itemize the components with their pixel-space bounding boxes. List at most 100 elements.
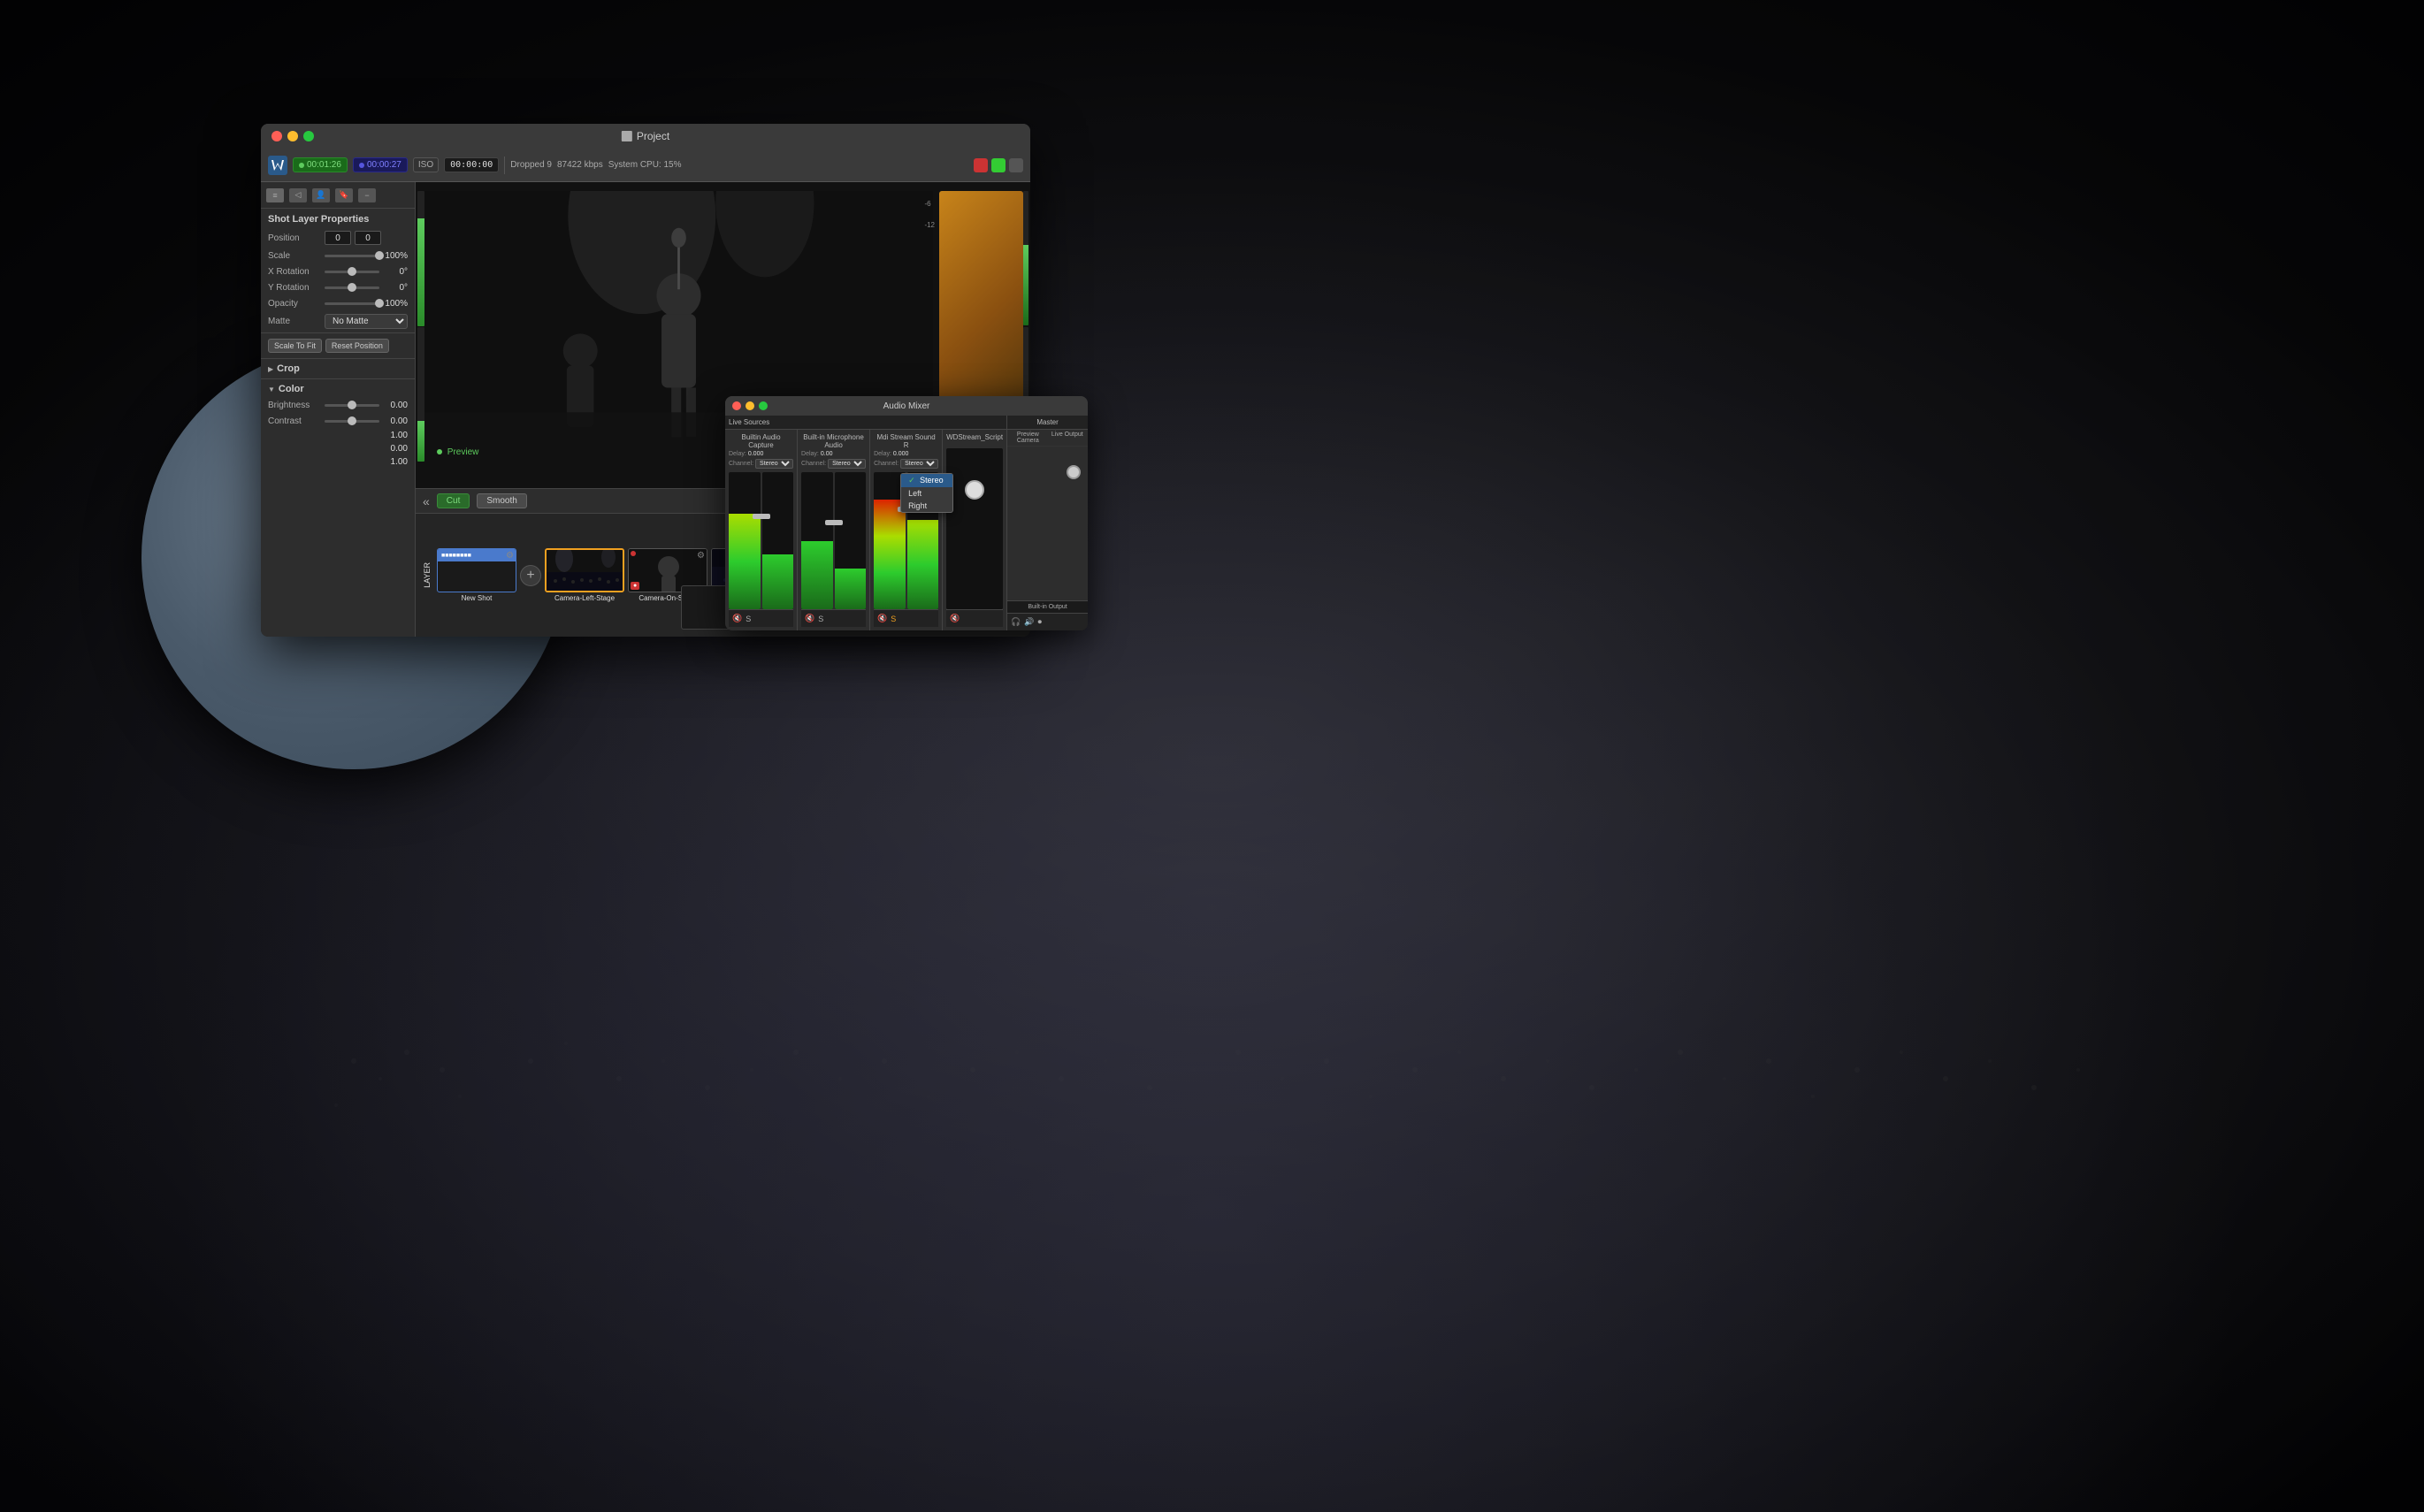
- y-rotation-handle[interactable]: [348, 283, 356, 292]
- ch3-mute-btn[interactable]: 🔇: [877, 614, 887, 623]
- popup-item-left[interactable]: Left: [901, 487, 952, 500]
- master-headphone-icon[interactable]: 🎧: [1011, 617, 1021, 627]
- divider-2: [261, 358, 415, 359]
- ch2-meter-l: [801, 472, 833, 609]
- matte-select[interactable]: No Matte: [325, 314, 408, 329]
- ch3-channel-select[interactable]: Stereo: [900, 459, 938, 469]
- ch2-fader-area: [801, 472, 866, 609]
- audio-maximize[interactable]: [759, 401, 768, 410]
- ch3-bottom-bar: 🔇 S: [874, 609, 938, 627]
- new-shot-settings[interactable]: ⚙: [506, 551, 514, 561]
- popup-item-right[interactable]: Right: [901, 500, 952, 512]
- close-button[interactable]: [271, 131, 282, 141]
- preview-text: Preview: [447, 447, 479, 457]
- audio-channel-4: WDStream_Script 🔇: [943, 430, 1006, 630]
- ch4-large-knob[interactable]: [965, 480, 984, 500]
- scale-to-fit-button[interactable]: Scale To Fit: [268, 339, 322, 353]
- live-meter-group: [1039, 450, 1064, 597]
- brightness-slider[interactable]: [325, 404, 379, 407]
- check-icon: ✓: [908, 476, 915, 485]
- position-y-input[interactable]: [355, 231, 381, 245]
- collapse-left-icon[interactable]: «: [423, 494, 430, 508]
- cut-button[interactable]: Cut: [437, 493, 470, 508]
- contrast-value: 0.00: [383, 416, 408, 426]
- smooth-button[interactable]: Smooth: [477, 493, 526, 508]
- master-meters-area: [1007, 447, 1088, 600]
- ch2-solo-btn[interactable]: S: [818, 615, 823, 623]
- ch3-delay-row: Delay: 0.000: [874, 451, 938, 457]
- stream-btn-gray[interactable]: [1009, 158, 1023, 172]
- ch1-channel-select[interactable]: Stereo: [755, 459, 793, 469]
- minus-icon-btn[interactable]: −: [358, 188, 376, 202]
- stream-btn-green[interactable]: [991, 158, 1006, 172]
- ch3-meter-fill-r: [907, 520, 939, 609]
- ch1-meter-fill-r: [762, 554, 794, 609]
- scale-handle[interactable]: [375, 251, 384, 260]
- audio-title-bar: Audio Mixer: [725, 396, 1088, 416]
- contrast-slider[interactable]: [325, 420, 379, 423]
- db-label-1: -6: [924, 200, 935, 208]
- ch2-fader-knob[interactable]: [825, 520, 843, 525]
- popup-item-stereo[interactable]: ✓ Stereo: [901, 474, 952, 487]
- master-record-icon[interactable]: ⏺: [1038, 617, 1043, 627]
- ch3-solo-btn[interactable]: S: [891, 615, 896, 623]
- color-section-header[interactable]: ▼ Color: [261, 381, 415, 397]
- preview-dot: [437, 449, 442, 454]
- minimize-button[interactable]: [287, 131, 298, 141]
- ch4-mute-btn[interactable]: 🔇: [950, 614, 960, 623]
- camera-left-stage-column: Camera-Left-Stage: [545, 548, 624, 602]
- back-icon-btn[interactable]: ◁: [289, 188, 307, 202]
- ch2-mute-btn[interactable]: 🔇: [805, 614, 814, 623]
- scale-slider[interactable]: [325, 255, 379, 257]
- x-rotation-slider[interactable]: [325, 271, 379, 273]
- left-panel: ≡ ◁ 👤 🔖 − Shot Layer Properties Position…: [261, 182, 416, 637]
- live-sources-header: Live Sources: [725, 416, 1006, 430]
- ch1-mute-btn[interactable]: 🔇: [732, 614, 742, 623]
- brightness-handle[interactable]: [348, 401, 356, 409]
- ch1-delay-val: 0.000: [748, 451, 764, 457]
- camera-left-stage-thumb[interactable]: [545, 548, 624, 592]
- on-stage-settings[interactable]: ⚙: [697, 551, 705, 561]
- ch2-label: Built-in Microphone Audio: [801, 433, 866, 449]
- ch2-bottom-bar: 🔇 S: [801, 609, 866, 627]
- ch1-fader-knob[interactable]: [753, 514, 770, 519]
- audio-window-controls: [732, 401, 768, 410]
- preview-camera-label: Preview Camera: [1009, 431, 1046, 444]
- position-x-input[interactable]: [325, 231, 351, 245]
- y-rotation-label: Y Rotation: [268, 283, 321, 293]
- y-rotation-slider[interactable]: [325, 286, 379, 289]
- person-icon-btn[interactable]: 👤: [312, 188, 330, 202]
- master-controls-bar: 🎧 🔊 ⏺: [1007, 613, 1088, 630]
- ch1-solo-btn[interactable]: S: [746, 615, 751, 623]
- master-knob[interactable]: [1067, 465, 1081, 479]
- popup-left-text: Left: [908, 489, 921, 498]
- add-shot-button-1[interactable]: +: [520, 565, 541, 586]
- crop-section-header[interactable]: ▶ Crop: [261, 361, 415, 377]
- y-rotation-row: Y Rotation 0°: [261, 279, 415, 295]
- new-shot-header-thumb[interactable]: ■■■■■■■■ ⚙: [437, 548, 516, 592]
- layers-icon-btn[interactable]: ≡: [266, 188, 284, 202]
- ch2-delay-label: Delay:: [801, 451, 819, 457]
- contrast-handle[interactable]: [348, 416, 356, 425]
- scale-label: Scale: [268, 251, 321, 261]
- x-rotation-handle[interactable]: [348, 267, 356, 276]
- audio-minimize[interactable]: [746, 401, 754, 410]
- db-label-2: -12: [924, 221, 935, 229]
- new-shot-bar-text: ■■■■■■■■: [441, 553, 471, 559]
- ch2-channel-select[interactable]: Stereo: [828, 459, 866, 469]
- x-rotation-row: X Rotation 0°: [261, 263, 415, 279]
- audio-channel-2: Built-in Microphone Audio Delay: 0.00 Ch…: [798, 430, 870, 630]
- color-arrow-icon: ▼: [268, 386, 275, 393]
- bookmark-icon-btn[interactable]: 🔖: [335, 188, 353, 202]
- vu-fill-2: [417, 421, 424, 462]
- levels-value: 1.00: [391, 457, 408, 467]
- position-row: Position: [261, 228, 415, 248]
- maximize-button[interactable]: [303, 131, 314, 141]
- reset-position-button[interactable]: Reset Position: [325, 339, 389, 353]
- opacity-slider[interactable]: [325, 302, 379, 305]
- opacity-handle[interactable]: [375, 299, 384, 308]
- document-icon: [622, 131, 632, 141]
- master-speaker-icon[interactable]: 🔊: [1024, 617, 1034, 627]
- audio-close[interactable]: [732, 401, 741, 410]
- stream-btn-red[interactable]: [974, 158, 988, 172]
